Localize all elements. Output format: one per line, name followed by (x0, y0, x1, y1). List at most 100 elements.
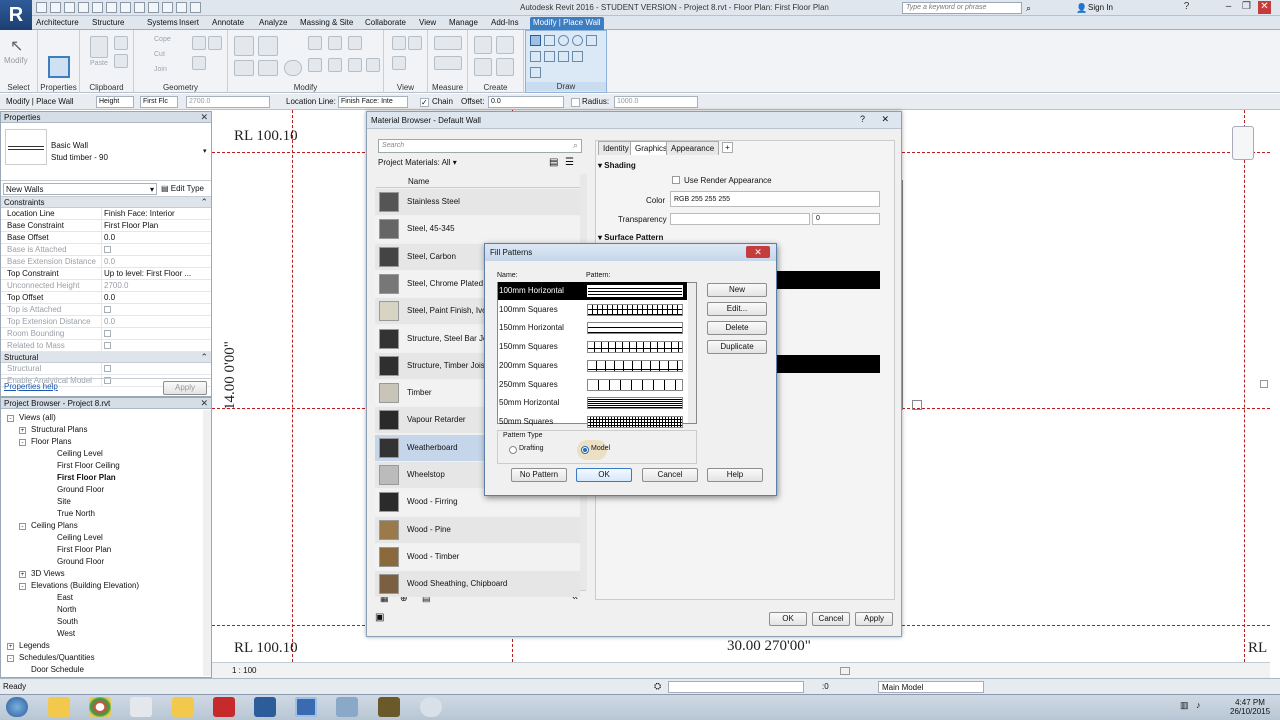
mirror-icon[interactable] (308, 36, 322, 50)
tab-10[interactable]: Add-Ins (488, 17, 522, 30)
level-label-bottom[interactable]: RL 100.10 (234, 640, 298, 657)
material-item[interactable]: Wood Sheathing, Chipboard (375, 571, 580, 598)
pattern-row[interactable]: 150mm Squares (498, 338, 687, 356)
browser-item[interactable]: Ground Floor (1, 484, 211, 496)
pattern-row[interactable]: 100mm Horizontal (498, 282, 687, 300)
wall-joins-icon[interactable] (192, 36, 206, 50)
scroll-thumb-vertical[interactable] (1260, 380, 1268, 388)
tab-6[interactable]: Massing & Site (297, 17, 356, 30)
browser-item[interactable]: +3D Views (1, 568, 211, 580)
tab-5[interactable]: Analyze (256, 17, 290, 30)
revit-icon[interactable] (254, 697, 276, 717)
browser-item[interactable]: - Views (all) (1, 412, 211, 424)
copy-icon[interactable] (114, 54, 128, 68)
revit-active-icon[interactable] (295, 697, 317, 717)
minimize-button[interactable]: – (1222, 1, 1235, 14)
override-icon[interactable] (392, 36, 406, 50)
browser-item[interactable]: First Floor Plan (1, 472, 211, 484)
browser-item[interactable]: North (1, 604, 211, 616)
line-icon[interactable] (530, 35, 541, 46)
browser-item[interactable]: East (1, 592, 211, 604)
tab-11[interactable]: Modify | Place Wall (530, 17, 604, 30)
material-filter-dropdown[interactable]: Project Materials: All ▾ (378, 158, 457, 167)
copy-element-icon[interactable] (258, 60, 278, 76)
rotate-icon[interactable] (284, 60, 302, 76)
property-checkbox[interactable] (104, 246, 111, 253)
print-icon[interactable] (92, 2, 103, 13)
array-icon[interactable] (308, 58, 322, 72)
browser-item[interactable]: + Legends (1, 640, 211, 652)
model-radio[interactable] (581, 446, 589, 454)
tab-1[interactable]: Structure (89, 17, 127, 30)
ok-button[interactable]: OK (576, 468, 632, 482)
use-render-appearance-checkbox[interactable] (672, 176, 680, 184)
pattern-row[interactable]: 100mm Squares (498, 301, 687, 319)
help-button[interactable]: Help (707, 468, 763, 482)
start-button[interactable] (6, 697, 28, 717)
panel-label-select[interactable]: Select (0, 83, 37, 92)
tab-9[interactable]: Manage (446, 17, 481, 30)
property-value[interactable]: 0.0 (101, 232, 209, 243)
surface-pattern-section[interactable]: ▾ Surface Pattern (598, 233, 663, 242)
cancel-button[interactable]: Cancel (812, 612, 850, 626)
network-icon[interactable]: ▥ (1180, 700, 1189, 711)
switch-windows-icon[interactable] (190, 2, 201, 13)
help-icon[interactable]: ? (860, 114, 865, 124)
scale-icon[interactable] (328, 58, 342, 72)
similar-icon[interactable] (496, 58, 514, 76)
offset-field[interactable]: 0.0 (488, 96, 564, 108)
browser-item[interactable]: Ground Floor (1, 556, 211, 568)
pick-faces-icon[interactable] (530, 67, 541, 78)
pattern-row[interactable]: 50mm Horizontal (498, 394, 687, 412)
save-icon[interactable] (50, 2, 61, 13)
duplicate-pattern-button[interactable]: Duplicate (707, 340, 767, 354)
close-icon[interactable]: ✕ (881, 114, 889, 125)
browser-item[interactable]: First Floor Plan (1, 544, 211, 556)
chain-checkbox[interactable]: ✓ (420, 98, 429, 107)
pattern-row[interactable]: 250mm Squares (498, 376, 687, 394)
create-group-icon[interactable] (474, 58, 492, 76)
pin-icon[interactable] (348, 58, 362, 72)
browser-item[interactable]: West (1, 628, 211, 640)
collapse-icon[interactable]: - (7, 415, 14, 422)
create-assembly-icon[interactable] (474, 36, 492, 54)
app-menu-button[interactable]: R (0, 0, 32, 30)
close-icon[interactable]: ✕ (200, 112, 208, 123)
property-value[interactable] (101, 328, 209, 340)
help-icon[interactable]: ? (1180, 1, 1193, 14)
material-item[interactable]: Stainless Steel (375, 189, 580, 215)
browser-item[interactable]: + Structural Plans (1, 424, 211, 436)
height-target-dropdown[interactable]: First Flc (140, 96, 178, 108)
browser-item[interactable]: - Floor Plans (1, 436, 211, 448)
view-cube[interactable] (1232, 126, 1254, 160)
edit-pattern-button[interactable]: Edit... (707, 302, 767, 316)
cut-button[interactable]: Cut (154, 51, 165, 58)
material-search-input[interactable]: Search ⌕ (378, 139, 582, 153)
rectangle-icon[interactable] (544, 35, 555, 46)
delete-icon[interactable] (366, 58, 380, 72)
chevron-down-icon[interactable]: ▾ (203, 147, 207, 155)
browser-item[interactable]: Ceiling Level (1, 532, 211, 544)
expand-icon[interactable]: + (19, 571, 26, 578)
cut-icon[interactable] (114, 36, 128, 50)
volume-icon[interactable]: ♪ (1196, 700, 1201, 710)
pick-lines-icon[interactable] (572, 51, 583, 62)
scroll-thumb-horizontal[interactable] (840, 667, 850, 675)
expand-icon[interactable]: + (19, 427, 26, 434)
pattern-row[interactable]: 50mm Squares (498, 413, 687, 431)
thin-lines-icon[interactable] (162, 2, 173, 13)
acrobat-icon[interactable] (213, 697, 235, 717)
properties-help-link[interactable]: Properties help (4, 382, 58, 391)
shading-section[interactable]: ▾ Shading (598, 161, 636, 170)
level-label-right[interactable]: RL (1248, 640, 1267, 657)
material-item[interactable]: Wood - Pine (375, 516, 580, 543)
redo-icon[interactable] (78, 2, 89, 13)
add-asset-icon[interactable]: + (722, 142, 733, 153)
height-value-field[interactable]: 2700.0 (186, 96, 270, 108)
property-checkbox[interactable] (104, 330, 111, 337)
worksets-icon[interactable]: ⛭ (654, 681, 661, 692)
collapse-icon[interactable]: ⌃ (200, 352, 208, 363)
hide-icon[interactable] (408, 36, 422, 50)
create-parts-icon[interactable] (496, 36, 514, 54)
app-icon[interactable] (378, 697, 400, 717)
